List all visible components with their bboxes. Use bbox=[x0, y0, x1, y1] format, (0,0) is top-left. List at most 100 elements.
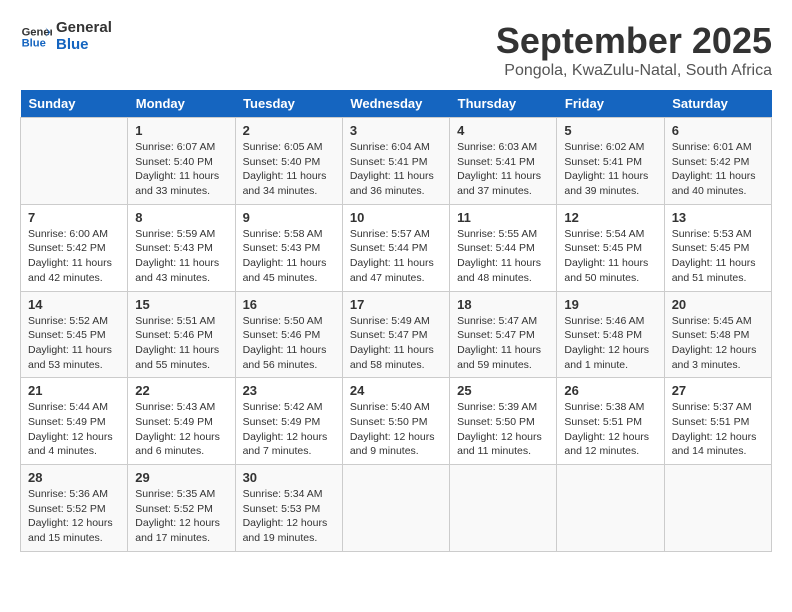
calendar-cell: 4 Sunrise: 6:03 AM Sunset: 5:41 PM Daylig… bbox=[450, 118, 557, 205]
location-subtitle: Pongola, KwaZulu-Natal, South Africa bbox=[496, 62, 772, 80]
day-number: 21 bbox=[28, 383, 120, 398]
day-number: 17 bbox=[350, 297, 442, 312]
day-number: 27 bbox=[672, 383, 764, 398]
week-row-5: 28 Sunrise: 5:36 AM Sunset: 5:52 PM Dayli… bbox=[21, 465, 772, 552]
day-number: 26 bbox=[564, 383, 656, 398]
calendar-cell: 16Sunrise: 5:50 AM Sunset: 5:46 PM Dayli… bbox=[235, 291, 342, 378]
cell-info: Sunrise: 5:50 AM Sunset: 5:46 PM Dayligh… bbox=[243, 314, 335, 373]
cell-info: Sunrise: 6:01 AM Sunset: 5:42 PM Dayligh… bbox=[672, 140, 764, 199]
day-number: 8 bbox=[135, 210, 227, 225]
col-header-friday: Friday bbox=[557, 90, 664, 118]
calendar-cell: 19Sunrise: 5:46 AM Sunset: 5:48 PM Dayli… bbox=[557, 291, 664, 378]
week-row-4: 21 Sunrise: 5:44 AM Sunset: 5:49 PM Dayli… bbox=[21, 378, 772, 465]
cell-info: Sunrise: 5:44 AM Sunset: 5:49 PM Dayligh… bbox=[28, 400, 120, 459]
calendar-cell: 2 Sunrise: 6:05 AM Sunset: 5:40 PM Daylig… bbox=[235, 118, 342, 205]
cell-info: Sunrise: 5:39 AM Sunset: 5:50 PM Dayligh… bbox=[457, 400, 549, 459]
calendar-cell: 15 Sunrise: 5:51 AM Sunset: 5:46 PM Dayli… bbox=[128, 291, 235, 378]
logo-icon: General Blue bbox=[20, 21, 52, 53]
calendar-cell: 6Sunrise: 6:01 AM Sunset: 5:42 PM Daylig… bbox=[664, 118, 771, 205]
cell-info: Sunrise: 5:40 AM Sunset: 5:50 PM Dayligh… bbox=[350, 400, 442, 459]
calendar-cell: 3 Sunrise: 6:04 AM Sunset: 5:41 PM Daylig… bbox=[342, 118, 449, 205]
calendar-cell: 21 Sunrise: 5:44 AM Sunset: 5:49 PM Dayli… bbox=[21, 378, 128, 465]
day-number: 2 bbox=[243, 123, 335, 138]
day-number: 22 bbox=[135, 383, 227, 398]
cell-info: Sunrise: 5:57 AM Sunset: 5:44 PM Dayligh… bbox=[350, 227, 442, 286]
cell-info: Sunrise: 5:58 AM Sunset: 5:43 PM Dayligh… bbox=[243, 227, 335, 286]
calendar-cell: 11Sunrise: 5:55 AM Sunset: 5:44 PM Dayli… bbox=[450, 204, 557, 291]
day-number: 3 bbox=[350, 123, 442, 138]
calendar-cell: 14 Sunrise: 5:52 AM Sunset: 5:45 PM Dayli… bbox=[21, 291, 128, 378]
calendar-cell: 29 Sunrise: 5:35 AM Sunset: 5:52 PM Dayli… bbox=[128, 465, 235, 552]
cell-info: Sunrise: 5:37 AM Sunset: 5:51 PM Dayligh… bbox=[672, 400, 764, 459]
col-header-thursday: Thursday bbox=[450, 90, 557, 118]
calendar-cell: 28 Sunrise: 5:36 AM Sunset: 5:52 PM Dayli… bbox=[21, 465, 128, 552]
cell-info: Sunrise: 6:03 AM Sunset: 5:41 PM Dayligh… bbox=[457, 140, 549, 199]
cell-info: Sunrise: 5:49 AM Sunset: 5:47 PM Dayligh… bbox=[350, 314, 442, 373]
month-title: September 2025 bbox=[496, 20, 772, 62]
cell-info: Sunrise: 5:38 AM Sunset: 5:51 PM Dayligh… bbox=[564, 400, 656, 459]
calendar-cell bbox=[664, 465, 771, 552]
logo: General Blue General Blue bbox=[20, 20, 112, 53]
cell-info: Sunrise: 5:59 AM Sunset: 5:43 PM Dayligh… bbox=[135, 227, 227, 286]
day-number: 4 bbox=[457, 123, 549, 138]
col-header-tuesday: Tuesday bbox=[235, 90, 342, 118]
cell-info: Sunrise: 5:34 AM Sunset: 5:53 PM Dayligh… bbox=[243, 487, 335, 546]
calendar-cell: 9 Sunrise: 5:58 AM Sunset: 5:43 PM Daylig… bbox=[235, 204, 342, 291]
calendar-table: SundayMondayTuesdayWednesdayThursdayFrid… bbox=[20, 90, 772, 552]
calendar-cell: 20Sunrise: 5:45 AM Sunset: 5:48 PM Dayli… bbox=[664, 291, 771, 378]
cell-info: Sunrise: 6:02 AM Sunset: 5:41 PM Dayligh… bbox=[564, 140, 656, 199]
day-number: 29 bbox=[135, 470, 227, 485]
calendar-cell: 27 Sunrise: 5:37 AM Sunset: 5:51 PM Dayli… bbox=[664, 378, 771, 465]
cell-info: Sunrise: 6:05 AM Sunset: 5:40 PM Dayligh… bbox=[243, 140, 335, 199]
col-header-monday: Monday bbox=[128, 90, 235, 118]
day-number: 19 bbox=[564, 297, 656, 312]
cell-info: Sunrise: 5:42 AM Sunset: 5:49 PM Dayligh… bbox=[243, 400, 335, 459]
cell-info: Sunrise: 5:36 AM Sunset: 5:52 PM Dayligh… bbox=[28, 487, 120, 546]
calendar-cell: 24 Sunrise: 5:40 AM Sunset: 5:50 PM Dayli… bbox=[342, 378, 449, 465]
day-number: 9 bbox=[243, 210, 335, 225]
calendar-cell: 1Sunrise: 6:07 AM Sunset: 5:40 PM Daylig… bbox=[128, 118, 235, 205]
day-number: 25 bbox=[457, 383, 549, 398]
day-number: 7 bbox=[28, 210, 120, 225]
calendar-cell: 13 Sunrise: 5:53 AM Sunset: 5:45 PM Dayli… bbox=[664, 204, 771, 291]
col-header-sunday: Sunday bbox=[21, 90, 128, 118]
calendar-cell: 17 Sunrise: 5:49 AM Sunset: 5:47 PM Dayli… bbox=[342, 291, 449, 378]
title-block: September 2025 Pongola, KwaZulu-Natal, S… bbox=[496, 20, 772, 80]
calendar-cell: 10 Sunrise: 5:57 AM Sunset: 5:44 PM Dayli… bbox=[342, 204, 449, 291]
day-number: 15 bbox=[135, 297, 227, 312]
calendar-cell: 18Sunrise: 5:47 AM Sunset: 5:47 PM Dayli… bbox=[450, 291, 557, 378]
cell-info: Sunrise: 5:54 AM Sunset: 5:45 PM Dayligh… bbox=[564, 227, 656, 286]
week-row-3: 14 Sunrise: 5:52 AM Sunset: 5:45 PM Dayli… bbox=[21, 291, 772, 378]
cell-info: Sunrise: 5:52 AM Sunset: 5:45 PM Dayligh… bbox=[28, 314, 120, 373]
calendar-header-row: SundayMondayTuesdayWednesdayThursdayFrid… bbox=[21, 90, 772, 118]
day-number: 13 bbox=[672, 210, 764, 225]
logo-blue: Blue bbox=[56, 37, 112, 54]
calendar-cell: 26 Sunrise: 5:38 AM Sunset: 5:51 PM Dayli… bbox=[557, 378, 664, 465]
calendar-cell: 23Sunrise: 5:42 AM Sunset: 5:49 PM Dayli… bbox=[235, 378, 342, 465]
day-number: 30 bbox=[243, 470, 335, 485]
cell-info: Sunrise: 6:04 AM Sunset: 5:41 PM Dayligh… bbox=[350, 140, 442, 199]
day-number: 28 bbox=[28, 470, 120, 485]
cell-info: Sunrise: 5:53 AM Sunset: 5:45 PM Dayligh… bbox=[672, 227, 764, 286]
cell-info: Sunrise: 5:35 AM Sunset: 5:52 PM Dayligh… bbox=[135, 487, 227, 546]
week-row-2: 7 Sunrise: 6:00 AM Sunset: 5:42 PM Daylig… bbox=[21, 204, 772, 291]
calendar-cell: 5Sunrise: 6:02 AM Sunset: 5:41 PM Daylig… bbox=[557, 118, 664, 205]
day-number: 11 bbox=[457, 210, 549, 225]
day-number: 10 bbox=[350, 210, 442, 225]
col-header-wednesday: Wednesday bbox=[342, 90, 449, 118]
calendar-cell: 22Sunrise: 5:43 AM Sunset: 5:49 PM Dayli… bbox=[128, 378, 235, 465]
cell-info: Sunrise: 6:07 AM Sunset: 5:40 PM Dayligh… bbox=[135, 140, 227, 199]
svg-text:Blue: Blue bbox=[22, 37, 46, 49]
cell-info: Sunrise: 5:51 AM Sunset: 5:46 PM Dayligh… bbox=[135, 314, 227, 373]
logo-general: General bbox=[56, 20, 112, 37]
calendar-cell bbox=[342, 465, 449, 552]
day-number: 20 bbox=[672, 297, 764, 312]
cell-info: Sunrise: 5:47 AM Sunset: 5:47 PM Dayligh… bbox=[457, 314, 549, 373]
week-row-1: 1Sunrise: 6:07 AM Sunset: 5:40 PM Daylig… bbox=[21, 118, 772, 205]
calendar-cell: 7 Sunrise: 6:00 AM Sunset: 5:42 PM Daylig… bbox=[21, 204, 128, 291]
cell-info: Sunrise: 6:00 AM Sunset: 5:42 PM Dayligh… bbox=[28, 227, 120, 286]
day-number: 14 bbox=[28, 297, 120, 312]
calendar-cell: 12Sunrise: 5:54 AM Sunset: 5:45 PM Dayli… bbox=[557, 204, 664, 291]
calendar-cell bbox=[450, 465, 557, 552]
day-number: 24 bbox=[350, 383, 442, 398]
